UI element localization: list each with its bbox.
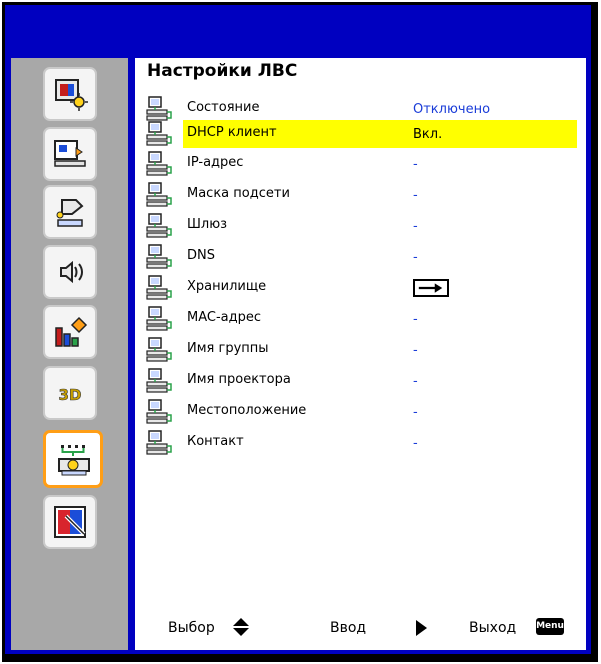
row-label: Хранилище [187, 279, 267, 294]
row-group-name[interactable]: Имя группы - [143, 334, 586, 362]
row-status[interactable]: Состояние Отключено [143, 93, 586, 121]
network-icon [146, 151, 172, 176]
row-label: Состояние [187, 100, 260, 115]
network-icon [146, 121, 172, 146]
row-value: - [413, 219, 418, 234]
network-icon [146, 368, 172, 393]
row-value: Отключено [413, 102, 491, 117]
network-icon [146, 430, 172, 455]
row-label: DHCP клиент [187, 125, 277, 140]
row-value: - [413, 405, 418, 420]
row-subnet-mask[interactable]: Маска подсети - [143, 179, 586, 207]
network-icon [146, 399, 172, 424]
display-icon [54, 140, 86, 167]
row-location[interactable]: Местоположение - [143, 396, 586, 424]
row-value: - [413, 343, 418, 358]
options-icon [55, 316, 88, 347]
row-mac-address[interactable]: MAC-адрес - [143, 303, 586, 331]
3d-icon: 3D [58, 386, 82, 405]
tab-image[interactable] [43, 67, 97, 121]
footer-enter-label: Ввод [330, 620, 367, 636]
row-label: Маска подсети [187, 186, 290, 201]
menu-key-badge: Menu [536, 618, 564, 635]
page-title: Настройки ЛВС [147, 61, 298, 81]
arrow-right-icon [418, 283, 443, 293]
row-label: Имя группы [187, 341, 269, 356]
row-value: - [413, 250, 418, 265]
row-label: Местоположение [187, 403, 307, 418]
row-dhcp-client[interactable]: DHCP клиент Вкл. [143, 118, 586, 148]
tab-interactive[interactable] [43, 495, 97, 549]
row-label: Имя проектора [187, 372, 291, 387]
row-storage[interactable]: Хранилище [143, 272, 586, 300]
row-label: Контакт [187, 434, 244, 449]
row-projector-name[interactable]: Имя проектора - [143, 365, 586, 393]
row-value: - [413, 374, 418, 389]
row-label: MAC-адрес [187, 310, 262, 325]
volume-icon [60, 260, 83, 284]
row-contact[interactable]: Контакт - [143, 427, 586, 455]
tab-volume[interactable] [43, 245, 97, 299]
tab-3d[interactable]: 3D [43, 366, 97, 420]
network-icon [146, 306, 172, 331]
row-label: IP-адрес [187, 155, 244, 170]
network-icon [146, 275, 172, 300]
footer-exit-label: Выход [469, 620, 517, 636]
row-label: DNS [187, 248, 215, 263]
title-bar [5, 5, 591, 49]
row-gateway[interactable]: Шлюз - [143, 210, 586, 238]
image-icon [55, 79, 88, 111]
row-value: Вкл. [413, 127, 443, 142]
right-arrow-icon [416, 620, 427, 636]
row-value: - [413, 436, 418, 451]
tab-options[interactable] [43, 305, 97, 359]
row-value: - [413, 312, 418, 327]
enter-arrow-button[interactable] [413, 279, 449, 297]
tab-display[interactable] [43, 127, 97, 181]
network-icon [146, 213, 172, 238]
lan-icon [58, 445, 90, 476]
row-value: - [413, 157, 418, 172]
up-down-arrow-icon [233, 618, 249, 636]
network-icon [146, 182, 172, 207]
tab-settings[interactable] [43, 185, 97, 239]
network-icon [146, 244, 172, 269]
network-icon [146, 337, 172, 362]
settings-icon [56, 199, 84, 227]
interactive-icon [54, 506, 86, 538]
tab-lan-settings[interactable] [43, 430, 103, 488]
3d-icon-label: 3D [59, 386, 82, 404]
footer-select-label: Выбор [168, 620, 215, 636]
row-ip-address[interactable]: IP-адрес - [143, 148, 586, 176]
row-dns[interactable]: DNS - [143, 241, 586, 269]
row-value: - [413, 188, 418, 203]
row-label: Шлюз [187, 217, 228, 232]
